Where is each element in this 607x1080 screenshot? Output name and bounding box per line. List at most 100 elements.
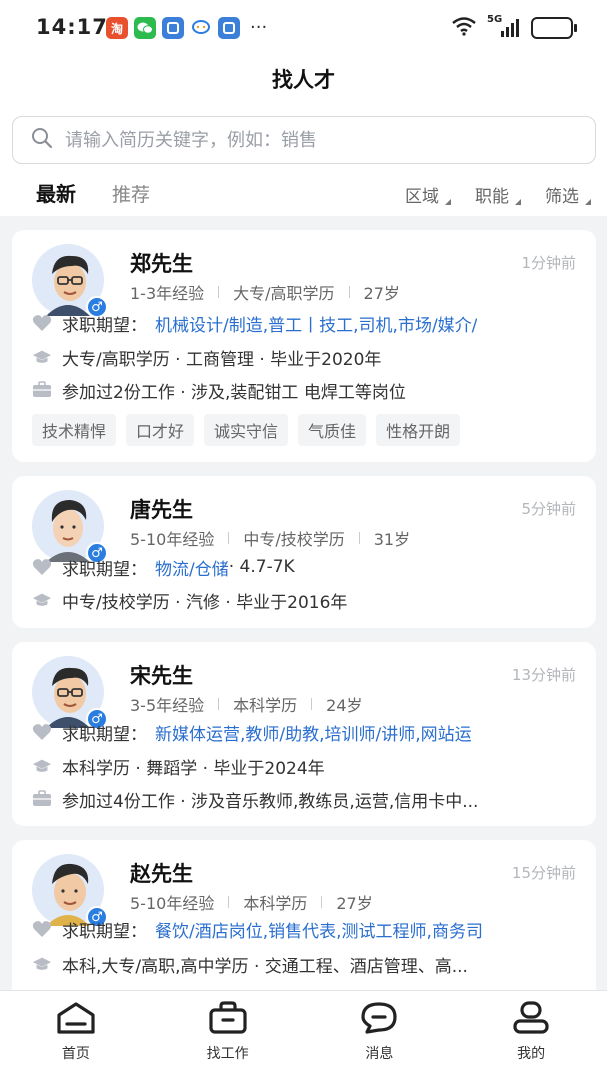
education-row: 本科,大专/高职,高中学历 · 交通工程、酒店管理、高... bbox=[32, 951, 576, 977]
nav-home[interactable]: 首页 bbox=[0, 991, 152, 1080]
tag: 技术精悍 bbox=[32, 414, 117, 446]
age: 24岁 bbox=[326, 696, 363, 715]
expectation-value: 机械设计/制造,普工丨技工,司机,市场/媒介/ bbox=[155, 315, 478, 336]
skill-tags: 技术精悍 口才好 诚实守信 气质佳 性格开朗 bbox=[32, 414, 461, 446]
heart-icon bbox=[32, 722, 52, 742]
notification-icons: 淘 ··· bbox=[106, 17, 267, 39]
wechat-icon bbox=[134, 17, 156, 39]
search-bar[interactable] bbox=[12, 116, 596, 164]
nav-profile-label: 我的 bbox=[517, 1046, 546, 1062]
battery-icon bbox=[531, 17, 577, 39]
graduation-cap-icon bbox=[32, 347, 52, 367]
message-icon bbox=[359, 1001, 399, 1039]
tab-latest[interactable]: 最新 bbox=[36, 178, 76, 207]
posted-time: 15分钟前 bbox=[511, 864, 576, 882]
age: 27岁 bbox=[363, 284, 400, 303]
candidate-name: 郑先生 bbox=[130, 252, 193, 276]
avatar: ♂ bbox=[32, 656, 108, 730]
expected-salary: · 4.7-7K bbox=[228, 557, 295, 577]
nav-messages-label: 消息 bbox=[365, 1046, 394, 1062]
candidate-card[interactable]: ♂ 唐先生 5分钟前 5-10年经验 中专/技校学历 31岁 求职期望： 物流/… bbox=[12, 476, 596, 628]
work-line: 参加过2份工作 · 涉及,装配钳工 电焊工等岗位 bbox=[62, 382, 406, 403]
candidate-meta: 1-3年经验 大专/高职学历 27岁 bbox=[130, 280, 400, 304]
wifi-icon bbox=[451, 16, 477, 40]
dropdown-triangle-icon bbox=[445, 199, 451, 205]
more-notifications: ··· bbox=[250, 17, 268, 38]
status-right: 5G bbox=[451, 14, 577, 40]
app-icon bbox=[162, 17, 184, 39]
age: 31岁 bbox=[373, 530, 411, 549]
briefcase-icon bbox=[32, 380, 52, 400]
job-expectation-row: 求职期望： 机械设计/制造,普工丨技工,司机,市场/媒介/ bbox=[32, 310, 576, 336]
experience: 3-5年经验 bbox=[130, 696, 205, 715]
nav-find-job[interactable]: 找工作 bbox=[152, 991, 304, 1080]
chat-bubble-icon bbox=[190, 17, 212, 39]
dropdown-triangle-icon bbox=[585, 199, 591, 205]
education-line: 中专/技校学历 · 汽修 · 毕业于2016年 bbox=[62, 592, 348, 613]
tab-bar: 最新 推荐 bbox=[36, 178, 150, 207]
expectation-value: 餐饮/酒店岗位,销售代表,测试工程师,商务司 bbox=[155, 921, 483, 942]
filter-more[interactable]: 筛选 bbox=[545, 182, 591, 207]
tab-recommended[interactable]: 推荐 bbox=[112, 180, 150, 207]
signal-icon: 5G bbox=[487, 14, 521, 39]
expectation-label: 求职期望： bbox=[62, 724, 147, 745]
filter-bar: 区域 职能 筛选 bbox=[405, 182, 591, 207]
filter-region-label: 区域 bbox=[405, 187, 439, 207]
education-line: 本科,大专/高职,高中学历 · 交通工程、酒店管理、高... bbox=[62, 956, 468, 977]
filter-function-label: 职能 bbox=[475, 187, 509, 207]
dropdown-triangle-icon bbox=[515, 199, 521, 205]
candidate-name: 赵先生 bbox=[130, 862, 193, 886]
job-expectation-row: 求职期望： 餐饮/酒店岗位,销售代表,测试工程师,商务司 bbox=[32, 916, 576, 942]
nav-home-label: 首页 bbox=[61, 1046, 90, 1062]
nav-profile[interactable]: 我的 bbox=[455, 991, 607, 1080]
posted-time: 13分钟前 bbox=[511, 666, 576, 684]
education-line: 本科学历 · 舞蹈学 · 毕业于2024年 bbox=[62, 758, 325, 779]
search-icon bbox=[31, 127, 53, 153]
filter-region[interactable]: 区域 bbox=[405, 182, 451, 207]
page-title: 找人才 bbox=[272, 68, 335, 92]
tag: 口才好 bbox=[126, 414, 195, 446]
graduation-cap-icon bbox=[32, 756, 52, 776]
age: 27岁 bbox=[336, 894, 373, 913]
avatar: ♂ bbox=[32, 490, 108, 564]
profile-icon bbox=[511, 1001, 551, 1039]
candidate-name: 宋先生 bbox=[130, 664, 193, 688]
education-row: 中专/技校学历 · 汽修 · 毕业于2016年 bbox=[32, 587, 576, 613]
nav-messages[interactable]: 消息 bbox=[304, 991, 456, 1080]
job-expectation-row: 求职期望： 物流/仓储 · 4.7-7K bbox=[32, 554, 576, 580]
expectation-value: 新媒体运营,教师/助教,培训师/讲师,网站运 bbox=[155, 724, 472, 745]
experience: 5-10年经验 bbox=[130, 530, 215, 549]
work-row: 参加过4份工作 · 涉及音乐教师,教练员,运营,信用卡中... bbox=[32, 786, 576, 812]
heart-icon bbox=[32, 919, 52, 939]
heart-icon bbox=[32, 313, 52, 333]
expectation-label: 求职期望： bbox=[62, 559, 147, 580]
candidate-name: 唐先生 bbox=[130, 498, 193, 522]
education: 本科学历 bbox=[233, 696, 298, 715]
tag: 性格开朗 bbox=[376, 414, 461, 446]
avatar: ♂ bbox=[32, 244, 108, 318]
work-row: 参加过2份工作 · 涉及,装配钳工 电焊工等岗位 bbox=[32, 377, 576, 403]
education: 大专/高职学历 bbox=[233, 284, 335, 303]
status-time: 14:17 bbox=[36, 15, 108, 39]
posted-time: 1分钟前 bbox=[521, 254, 576, 272]
education: 中专/技校学历 bbox=[243, 530, 345, 549]
education-row: 本科学历 · 舞蹈学 · 毕业于2024年 bbox=[32, 753, 576, 779]
expectation-value: 物流/仓储 bbox=[155, 559, 229, 580]
graduation-cap-icon bbox=[32, 590, 52, 610]
briefcase-icon bbox=[32, 789, 52, 809]
education-row: 大专/高职学历 · 工商管理 · 毕业于2020年 bbox=[32, 344, 576, 370]
app-icon bbox=[218, 17, 240, 39]
education: 本科学历 bbox=[243, 894, 308, 913]
work-line: 参加过4份工作 · 涉及音乐教师,教练员,运营,信用卡中... bbox=[62, 791, 479, 812]
search-input[interactable] bbox=[65, 129, 565, 151]
filter-function[interactable]: 职能 bbox=[475, 182, 521, 207]
filter-more-label: 筛选 bbox=[545, 187, 579, 207]
expectation-label: 求职期望： bbox=[62, 921, 147, 942]
candidate-card[interactable]: ♂ 郑先生 1分钟前 1-3年经验 大专/高职学历 27岁 求职期望： 机械设计… bbox=[12, 230, 596, 462]
candidate-card[interactable]: ♂ 宋先生 13分钟前 3-5年经验 本科学历 24岁 求职期望： 新媒体运营,… bbox=[12, 642, 596, 826]
tag: 气质佳 bbox=[298, 414, 367, 446]
nav-find-job-label: 找工作 bbox=[206, 1046, 249, 1062]
status-bar: 14:17 淘 ··· 5G bbox=[0, 0, 607, 56]
tag: 诚实守信 bbox=[204, 414, 289, 446]
candidate-card[interactable]: ♂ 赵先生 15分钟前 5-10年经验 本科学历 27岁 求职期望： 餐饮/酒店… bbox=[12, 840, 596, 1000]
